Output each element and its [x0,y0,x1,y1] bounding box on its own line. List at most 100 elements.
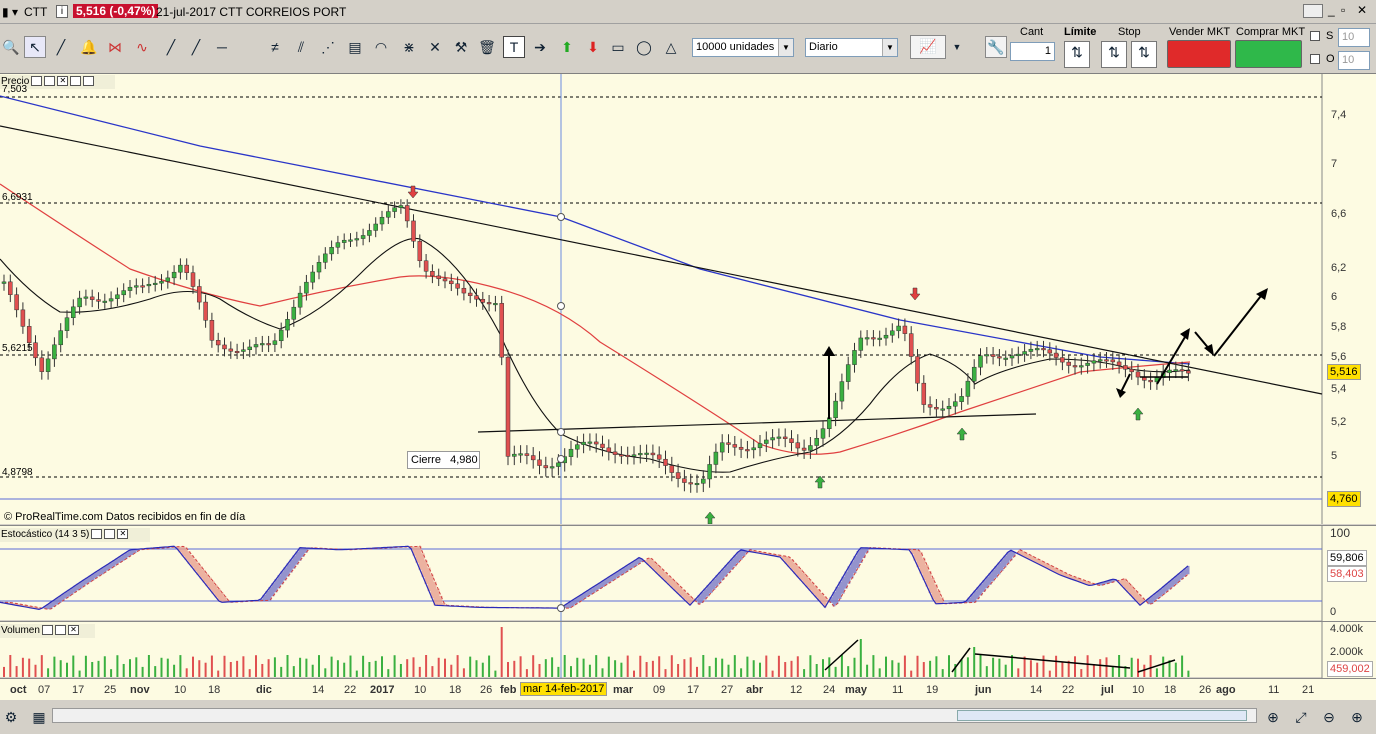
window-menu-icon[interactable]: ▮ ▾ [2,5,18,19]
zoom-in-icon[interactable]: ⊕ [1346,706,1368,728]
volume-bar [1162,656,1165,677]
chart-type-chevron-icon[interactable]: ▼ [946,36,968,58]
volume-bar [3,666,5,677]
close-icon[interactable]: ✕ [117,529,129,540]
close-icon[interactable]: ✕ [1357,3,1367,17]
window-icon[interactable] [54,625,66,636]
minimize-icon[interactable]: _ [1328,3,1335,17]
window-icon[interactable] [44,76,56,87]
price-candle [921,382,927,405]
price-candle [39,357,45,372]
sell-icon[interactable] [70,76,82,87]
price-candle [304,281,309,294]
trash-icon[interactable]: 🗑 [476,36,498,58]
arrow-up-green-icon[interactable]: ⬆ [556,36,578,58]
volume-bar [481,662,484,677]
price-candle [241,349,246,352]
s-checkbox[interactable] [1310,31,1320,41]
add-indicator-icon[interactable]: ⊕ [1262,706,1284,728]
limit-order-icon[interactable]: ⇅ [1064,41,1090,68]
info-icon[interactable]: i [56,5,68,18]
fan-icon[interactable]: ⋰ [317,36,339,58]
price-candle [20,309,26,327]
volume-bar [431,666,434,677]
price-candle [1135,371,1141,378]
fibonacci-icon[interactable]: ⋈ [104,36,126,58]
volume-bar [488,655,491,677]
hline-icon[interactable]: ─ [211,36,233,58]
trendline-icon[interactable]: ╱ [160,36,182,58]
zoom-out-icon[interactable]: ⊖ [1318,706,1340,728]
andrews-icon[interactable]: ⋇ [398,36,420,58]
cant-input[interactable]: 1 [1010,42,1055,61]
wrench-icon[interactable] [31,76,43,87]
rectangle-icon[interactable]: ▭ [607,36,629,58]
price-candle [253,344,259,348]
horizontal-scrollbar[interactable] [52,708,1257,723]
close-icon[interactable]: ✕ [67,625,79,636]
stochastic-chart[interactable] [0,526,1376,621]
wave-icon[interactable]: ∿ [131,36,153,58]
price-candle [971,366,977,382]
maximize-icon[interactable]: ▫ [1341,3,1345,17]
buy-icon[interactable] [83,76,95,87]
chart-type-icon[interactable]: 📈 [910,35,946,59]
data-source-footer: © ProRealTime.com Datos recibidos en fin… [4,511,246,523]
price-candle [152,282,158,285]
window-icon[interactable] [104,529,116,540]
volume-bar [998,658,1001,677]
arrow-down-red-icon[interactable]: ⬇ [582,36,604,58]
wrench-icon[interactable] [91,529,103,540]
zoom-search-icon[interactable]: 🔍 [0,36,22,58]
o-checkbox[interactable] [1310,54,1320,64]
tools-icon[interactable]: ⚒ [450,36,472,58]
ellipse-icon[interactable]: ◯ [633,36,655,58]
volume-chart[interactable] [0,622,1376,678]
bell-icon[interactable]: 🔔 [78,36,100,58]
x-tick-label: 18 [449,684,462,696]
ray-icon[interactable]: ╱ [185,36,207,58]
stochastic-panel-title: Estocástico (14 3 5) ✕ [0,528,150,542]
sell-market-button[interactable] [1167,40,1231,68]
arc-icon[interactable]: ◠ [370,36,392,58]
units-select[interactable]: 10000 unidades ▼ [692,38,794,57]
volume-bar [796,656,799,677]
buy-market-button[interactable] [1235,40,1302,68]
x-tick-label: jul [1101,684,1114,696]
pointer-icon[interactable]: ↖ [24,36,46,58]
stop-buy-icon[interactable]: ⇅ [1101,41,1127,68]
arrow-right-icon[interactable]: ➔ [529,36,551,58]
text-icon[interactable]: T [503,36,525,58]
close-icon[interactable]: ✕ [57,76,69,87]
gann-icon[interactable]: ✕ [424,36,446,58]
retracement-icon[interactable]: ▤ [344,36,366,58]
channel-icon[interactable]: ≠ [264,36,286,58]
wrench-icon[interactable]: 🔧 [985,36,1007,58]
volume-bar [1011,655,1013,677]
ruler-icon[interactable]: ╱ [50,36,72,58]
o-input[interactable]: 10 [1338,51,1370,70]
wrench-icon[interactable] [41,625,53,636]
volume-bar [777,655,780,677]
fit-icon[interactable]: ⤢ [1290,706,1312,728]
volume-bar [878,668,881,677]
cursor-point [557,604,565,613]
layout-icon[interactable]: ▦ [28,706,50,728]
buy-signal-arrow [956,427,968,441]
volume-bar [1080,669,1083,677]
scrollbar-thumb[interactable] [957,710,1247,721]
triangle-icon[interactable]: △ [660,36,682,58]
volume-bar [582,658,585,677]
s-input[interactable]: 10 [1338,28,1370,47]
list-icon[interactable] [1303,4,1323,18]
volume-bar [733,655,736,677]
price-chart[interactable] [0,74,1376,524]
volume-bar [588,664,591,677]
volume-bar [544,659,547,677]
period-select[interactable]: Diario ▼ [805,38,898,57]
arrowhead-icon [1256,288,1268,300]
draw-tool-icon[interactable]: ⚙ [0,706,22,728]
parallel-icon[interactable]: ⫽ [290,36,312,58]
price-candle [455,283,460,289]
stop-sell-icon[interactable]: ⇅ [1131,41,1157,68]
